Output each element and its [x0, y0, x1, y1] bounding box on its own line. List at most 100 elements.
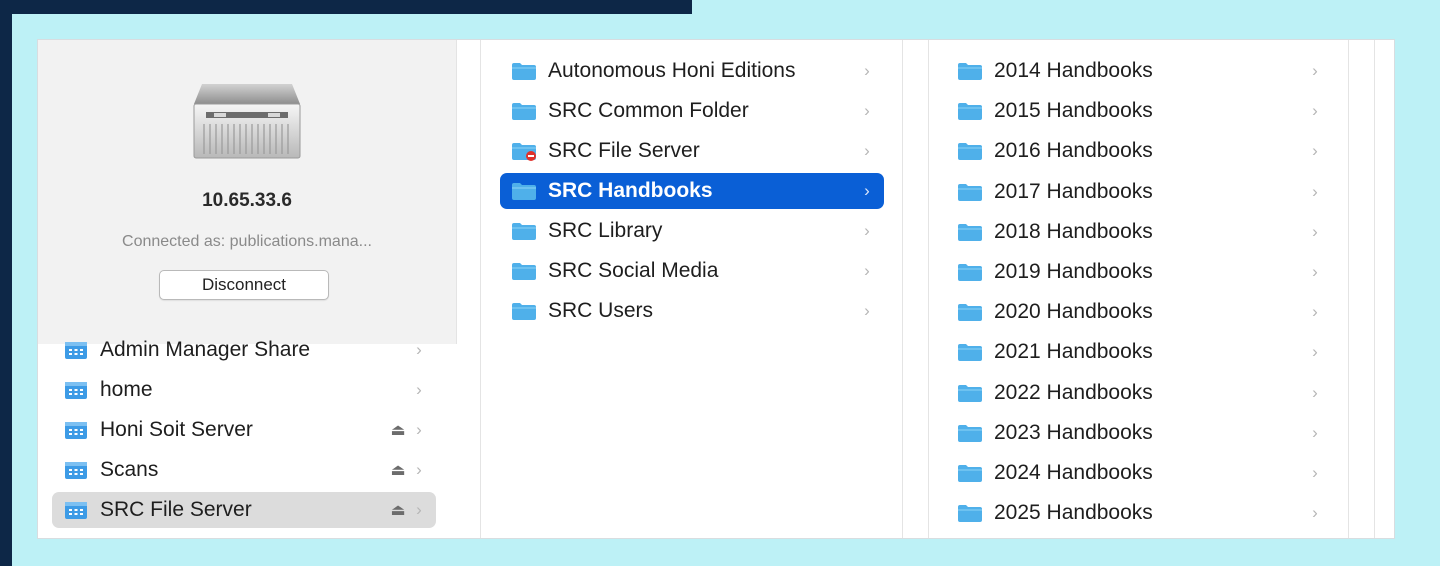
folder-item-label: 2017 Handbooks: [994, 179, 1153, 203]
folder-item-label: 2016 Handbooks: [994, 139, 1153, 163]
folder-item-2014-handbooks[interactable]: 2014 Handbooks ›: [948, 53, 1332, 89]
chevron-right-icon: ›: [864, 101, 870, 120]
folder-icon: [956, 502, 984, 524]
share-item-honi-soit-server[interactable]: Honi Soit Server ⏏ ›: [52, 412, 436, 448]
column-divider-4: [1348, 40, 1349, 538]
folder-item-label: 2018 Handbooks: [994, 219, 1153, 243]
folder-item-2016-handbooks[interactable]: 2016 Handbooks ›: [948, 133, 1332, 169]
folder-item-src-common-folder[interactable]: SRC Common Folder ›: [500, 93, 884, 129]
eject-icon[interactable]: ⏏: [388, 460, 408, 480]
chevron-right-icon: ›: [1312, 342, 1318, 362]
connected-as-label: Connected as: publications.mana...: [122, 233, 372, 250]
folder-no-access-icon: [510, 140, 538, 162]
folder-item-2022-handbooks[interactable]: 2022 Handbooks ›: [948, 375, 1332, 411]
folder-item-label: SRC Library: [548, 219, 663, 242]
folder-item-label: 2021 Handbooks: [994, 340, 1153, 364]
chevron-right-icon: ›: [1312, 101, 1318, 121]
server-icon: [188, 74, 306, 169]
chevron-right-icon: ›: [864, 141, 870, 160]
folder-item-label: SRC File Server: [548, 139, 700, 162]
share-item-src-file-server[interactable]: SRC File Server ⏏ ›: [52, 492, 436, 528]
column-divider-2: [902, 40, 903, 538]
folder-icon: [956, 60, 984, 82]
folder-item-label: 2023 Handbooks: [994, 420, 1153, 444]
folder-item-2020-handbooks[interactable]: 2020 Handbooks ›: [948, 294, 1332, 330]
network-share-icon: [62, 459, 90, 481]
share-item-label: home: [100, 378, 153, 401]
folder-item-src-handbooks[interactable]: SRC Handbooks ›: [500, 173, 884, 209]
folder-item-label: 2020 Handbooks: [994, 300, 1153, 324]
share-item-scans[interactable]: Scans ⏏ ›: [52, 452, 436, 488]
folder-item-label: SRC Common Folder: [548, 99, 749, 122]
folder-icon: [956, 221, 984, 243]
chevron-right-icon: ›: [416, 380, 422, 399]
chevron-right-icon: ›: [864, 221, 870, 240]
folder-icon: [956, 462, 984, 484]
chevron-right-icon: ›: [1312, 262, 1318, 281]
folder-icon: [510, 260, 538, 282]
chevron-right-icon: ›: [864, 301, 870, 320]
folder-item-src-users[interactable]: SRC Users ›: [500, 293, 884, 329]
folder-item-label: 2024 Handbooks: [994, 461, 1153, 484]
server-info-panel: 10.65.33.6 Connected as: publications.ma…: [38, 40, 457, 344]
share-item-label: Honi Soit Server: [100, 418, 253, 441]
folder-item-autonomous-honi-editions[interactable]: Autonomous Honi Editions ›: [500, 53, 884, 89]
folder-item-label: 2019 Handbooks: [994, 260, 1153, 283]
folder-item-2019-handbooks[interactable]: 2019 Handbooks ›: [948, 254, 1332, 290]
folder-item-src-library[interactable]: SRC Library ›: [500, 213, 884, 249]
folder-item-2018-handbooks[interactable]: 2018 Handbooks ›: [948, 214, 1332, 250]
network-share-icon: [62, 499, 90, 521]
folder-icon: [510, 300, 538, 322]
folder-item-label: 2015 Handbooks: [994, 99, 1153, 123]
chevron-right-icon: ›: [416, 500, 422, 519]
folder-item-label: SRC Users: [548, 299, 654, 322]
folder-item-label: 2025 Handbooks: [994, 501, 1153, 525]
column-divider-1: [480, 40, 481, 538]
share-item-label: Admin Manager Share: [100, 338, 311, 361]
folder-icon: [956, 100, 984, 122]
folder-item-src-social-media[interactable]: SRC Social Media ›: [500, 253, 884, 289]
chevron-right-icon: ›: [1312, 181, 1318, 201]
folder-item-label: SRC Handbooks: [548, 179, 713, 202]
chevron-right-icon: ›: [416, 420, 422, 439]
finder-window: 10.65.33.6 Connected as: publications.ma…: [38, 40, 1394, 538]
folder-icon: [956, 382, 984, 404]
network-share-icon: [62, 379, 90, 401]
chevron-right-icon: ›: [864, 181, 870, 200]
folder-icon: [956, 422, 984, 444]
network-share-icon: [62, 419, 90, 441]
background-left-strip: [0, 0, 12, 566]
network-share-icon: [62, 339, 90, 361]
chevron-right-icon: ›: [1312, 503, 1318, 523]
folder-icon: [510, 60, 538, 82]
folder-item-2023-handbooks[interactable]: 2023 Handbooks ›: [948, 415, 1332, 451]
folder-icon: [510, 100, 538, 122]
folder-icon: [956, 181, 984, 203]
background-dark-band: [0, 0, 692, 14]
folder-item-2025-handbooks[interactable]: 2025 Handbooks ›: [948, 495, 1332, 531]
folder-item-label: Autonomous Honi Editions: [548, 59, 796, 82]
folder-item-2015-handbooks[interactable]: 2015 Handbooks ›: [948, 93, 1332, 129]
share-item-admin-manager-share[interactable]: Admin Manager Share ›: [52, 332, 436, 368]
folder-item-label: 2014 Handbooks: [994, 59, 1153, 82]
share-item-label: Scans: [100, 458, 159, 481]
folder-item-2024-handbooks[interactable]: 2024 Handbooks ›: [948, 455, 1332, 491]
folder-item-src-file-server[interactable]: SRC File Server ›: [500, 133, 884, 169]
eject-icon[interactable]: ⏏: [388, 420, 408, 440]
share-item-home[interactable]: home ›: [52, 372, 436, 408]
folder-item-label: SRC Social Media: [548, 259, 719, 282]
folder-item-label: 2022 Handbooks: [994, 380, 1153, 404]
folder-icon: [510, 180, 538, 202]
chevron-right-icon: ›: [864, 61, 870, 80]
eject-icon[interactable]: ⏏: [388, 500, 408, 520]
folder-item-2017-handbooks[interactable]: 2017 Handbooks ›: [948, 174, 1332, 210]
disconnect-button[interactable]: Disconnect: [159, 270, 329, 300]
column-divider-3: [928, 40, 929, 538]
chevron-right-icon: ›: [1312, 61, 1318, 80]
chevron-right-icon: ›: [1312, 463, 1318, 482]
chevron-right-icon: ›: [1312, 302, 1318, 322]
chevron-right-icon: ›: [1312, 422, 1318, 442]
chevron-right-icon: ›: [1312, 221, 1318, 241]
folder-item-2021-handbooks[interactable]: 2021 Handbooks ›: [948, 334, 1332, 370]
folder-icon: [956, 341, 984, 363]
